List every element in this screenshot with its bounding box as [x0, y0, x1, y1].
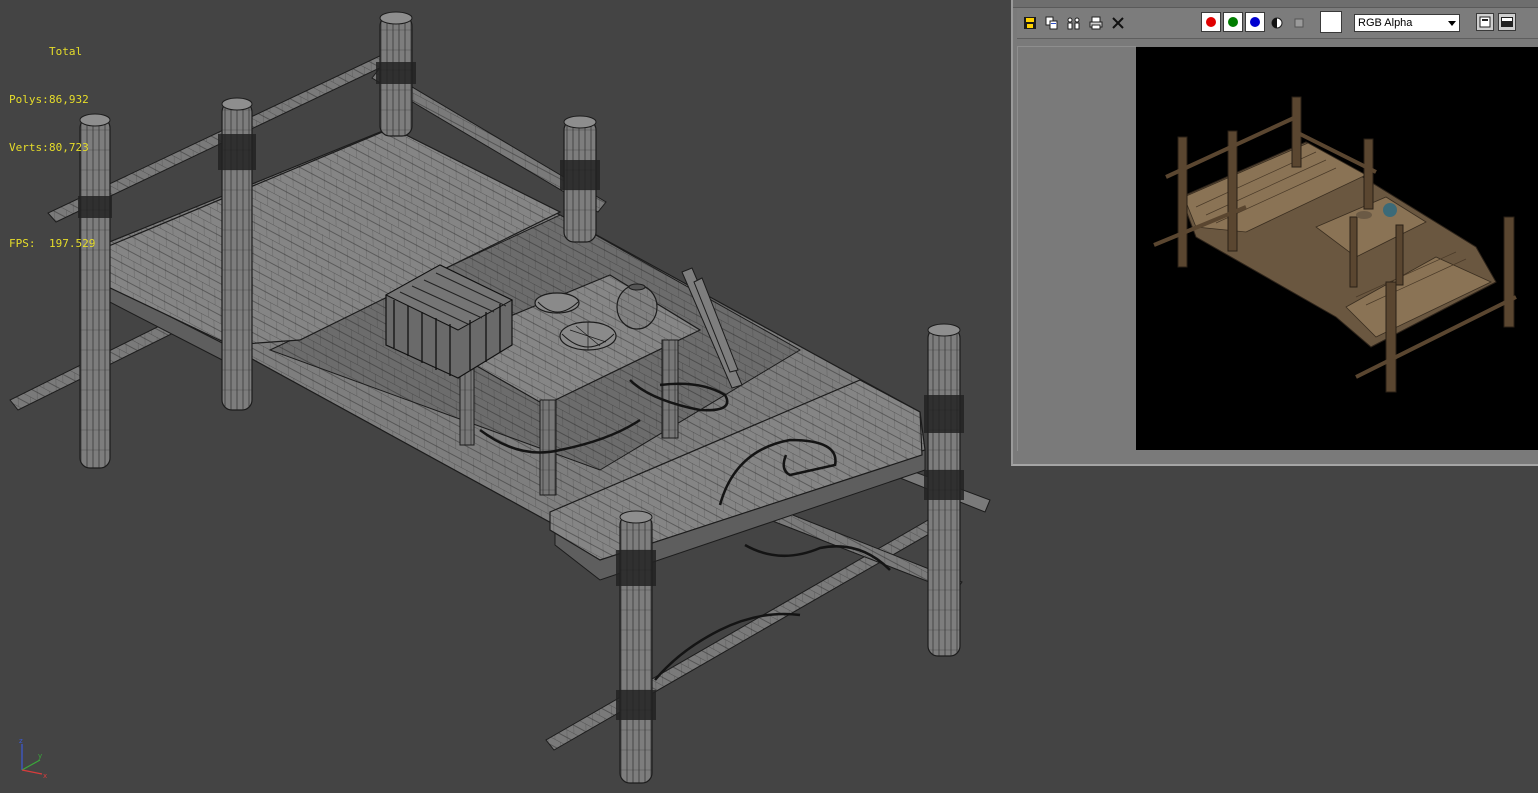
verts-value: 80,723	[49, 141, 89, 154]
chevron-down-icon	[1448, 21, 1456, 26]
rendered-frame-window[interactable]: RGB Alpha	[1011, 0, 1538, 466]
green-channel-toggle[interactable]	[1223, 12, 1243, 32]
fps-label: FPS:	[9, 237, 36, 250]
axis-z-label: z	[19, 737, 23, 745]
monochrome-toggle[interactable]	[1290, 14, 1308, 32]
axis-x-label: x	[43, 772, 47, 780]
save-image-button[interactable]	[1021, 14, 1039, 32]
red-channel-toggle[interactable]	[1201, 12, 1221, 32]
ui-overlay-icon	[1479, 16, 1491, 28]
post-back-right	[376, 11, 416, 137]
rendered-image	[1136, 47, 1538, 450]
post-front-left	[616, 510, 656, 784]
toggle-ui-overlay-button[interactable]	[1476, 13, 1494, 31]
clear-button[interactable]	[1109, 14, 1127, 32]
axis-y-label: y	[38, 752, 42, 760]
axis-tripod-icon: z y x	[19, 737, 47, 780]
blue-dot-icon	[1250, 17, 1260, 27]
post-mid-right	[560, 115, 600, 243]
print-button[interactable]	[1087, 14, 1105, 32]
display-channel-dropdown[interactable]: RGB Alpha	[1354, 14, 1460, 32]
copy-image-icon	[1045, 16, 1058, 30]
color-swatch[interactable]	[1320, 11, 1342, 33]
stats-title: Total	[49, 45, 83, 58]
display-channel-value: RGB Alpha	[1358, 17, 1413, 29]
print-icon	[1089, 16, 1103, 30]
rendered-bed-image	[1153, 96, 1517, 393]
viewport-statistics: Total Polys:86,932 Verts:80,723 FPS: 197.…	[9, 12, 95, 284]
alpha-toggle-icon	[1271, 17, 1283, 29]
polys-value: 86,932	[49, 93, 89, 106]
post-front-right	[924, 323, 964, 657]
render-toolbar: RGB Alpha	[1017, 8, 1538, 39]
clone-window-icon	[1067, 17, 1080, 30]
monochrome-icon	[1294, 18, 1304, 28]
alpha-channel-toggle[interactable]	[1268, 14, 1286, 32]
blue-channel-toggle[interactable]	[1245, 12, 1265, 32]
fps-value: 197.529	[49, 237, 96, 250]
red-dot-icon	[1206, 17, 1216, 27]
toggle-ui-button[interactable]	[1498, 13, 1516, 31]
verts-label: Verts:	[9, 141, 49, 154]
post-back-mid	[218, 97, 256, 411]
green-dot-icon	[1228, 17, 1238, 27]
copy-image-button[interactable]	[1043, 14, 1061, 32]
ui-toggle-icon	[1501, 17, 1513, 27]
clay-pot	[616, 283, 658, 330]
polys-label: Polys:	[9, 93, 49, 106]
render-side-panel	[1017, 46, 1136, 451]
clone-window-button[interactable]	[1065, 14, 1083, 32]
floppy-save-icon	[1024, 17, 1036, 29]
clear-x-icon	[1112, 17, 1124, 29]
window-title-strip[interactable]	[1013, 0, 1538, 8]
